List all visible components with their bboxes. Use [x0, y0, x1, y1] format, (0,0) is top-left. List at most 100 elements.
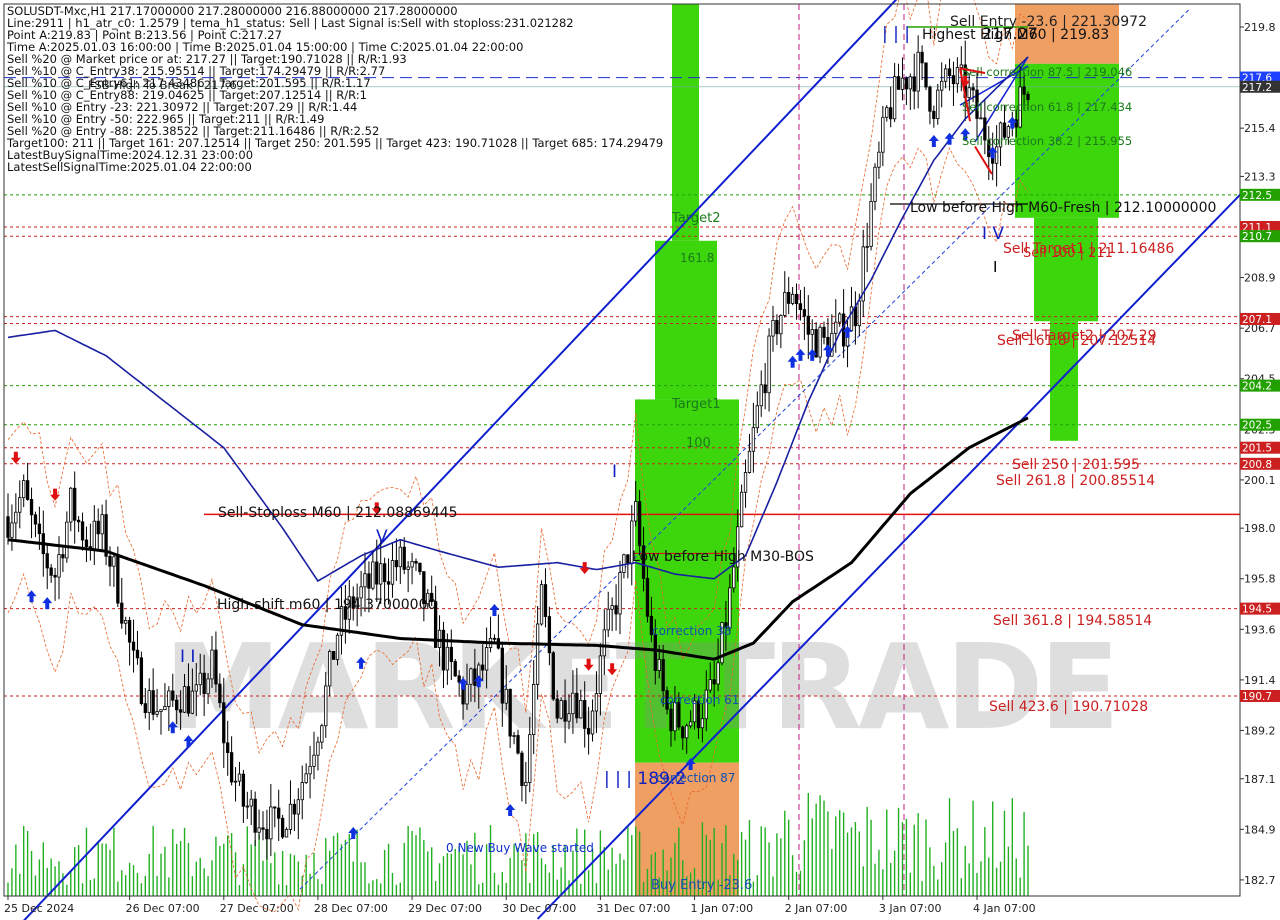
candle-body [155, 711, 159, 715]
candle-body [994, 146, 999, 164]
candle-body [324, 685, 328, 727]
candle-body [771, 319, 775, 337]
candle-body [280, 817, 285, 838]
candle-body [712, 679, 716, 685]
candle-body [127, 619, 132, 643]
candle-body [669, 708, 673, 732]
candle-body [622, 554, 626, 573]
candle-body [57, 554, 61, 578]
candle-body [818, 326, 822, 358]
zone-0 [672, 4, 699, 241]
candle-body [947, 68, 952, 77]
y-tick-label: 189.2 [1244, 724, 1276, 737]
zone-6 [1034, 217, 1098, 322]
candle-body [790, 293, 795, 304]
annotation-sell-250: Sell 250 | 201.595 [1012, 457, 1140, 473]
candle-body [743, 472, 748, 493]
annotation-sell-stoploss: Sell-Stoploss M60 | 212.08869445 [218, 505, 458, 521]
candle-body [763, 384, 767, 394]
candle-body [198, 672, 202, 686]
candle-body [865, 245, 869, 248]
candle-body [116, 556, 120, 604]
candle-body [249, 798, 253, 807]
candle-body [465, 683, 469, 705]
candle-body [594, 693, 599, 712]
candle-body [508, 688, 512, 737]
candle-body [151, 690, 155, 715]
candle-body [924, 62, 928, 88]
candle-body [131, 641, 136, 651]
candle-body [610, 605, 614, 610]
candle-body [618, 572, 622, 615]
candle-body [18, 497, 22, 513]
candle-body [210, 649, 214, 680]
candle-body [936, 89, 940, 119]
watermark: MARKETTRADE [164, 618, 1120, 756]
candle-body [135, 649, 140, 659]
candle-body [92, 520, 96, 550]
candle-body [390, 560, 395, 585]
y-tick-label: 191.4 [1244, 674, 1276, 687]
candle-body [167, 690, 171, 707]
watermark-text: MARKETTRADE [164, 618, 1116, 756]
candle-body [700, 718, 705, 729]
candle-body [120, 602, 124, 624]
candle-body [555, 698, 559, 719]
candle-body [312, 754, 316, 767]
candle-body [241, 773, 246, 807]
y-tick-label: 200.1 [1244, 474, 1276, 487]
price-tag-label: 202.5 [1242, 420, 1272, 432]
candle-body [685, 725, 689, 739]
candle-body [190, 690, 195, 714]
annotation-wave-ii: I I [180, 647, 195, 667]
candle-body [912, 76, 916, 92]
annotation-t100: 100 [686, 436, 711, 451]
candle-body [45, 553, 49, 569]
candle-body [33, 514, 38, 525]
candle-body [394, 560, 399, 568]
candle-body [418, 562, 422, 573]
candle-body [657, 659, 661, 671]
annotation-correction38: correction 38 [652, 624, 731, 638]
candle-body [469, 668, 473, 685]
candle-body [586, 728, 591, 735]
candle-body [186, 686, 191, 714]
annotation-correction61: correction 61 [660, 693, 739, 707]
annotation-wave-v: V [376, 527, 388, 547]
candle-body [614, 605, 618, 615]
candle-body [516, 735, 520, 754]
candle-body [363, 573, 367, 588]
candle-body [853, 306, 858, 327]
candle-body [512, 735, 516, 737]
candle-body [500, 647, 504, 704]
candle-body [571, 692, 575, 715]
candle-body [382, 563, 387, 583]
candle-body [108, 555, 112, 567]
candle-body [798, 303, 803, 310]
candle-body [739, 491, 744, 528]
candle-body [551, 652, 555, 700]
candle-body [147, 690, 151, 713]
candle-body [590, 710, 595, 735]
candle-body [371, 561, 375, 589]
candle-body [171, 690, 175, 701]
candle-body [182, 686, 187, 713]
candle-body [316, 741, 320, 756]
candle-body [25, 480, 30, 500]
candle-body [80, 521, 85, 541]
candle-body [202, 672, 206, 695]
annotation-buy-entry: Buy Entry -23.6 [651, 878, 752, 893]
candle-body [410, 560, 414, 568]
candle-body [229, 752, 234, 783]
y-tick-label: 198.0 [1244, 522, 1276, 535]
candle-body [539, 584, 544, 625]
candle-body [73, 487, 77, 521]
annotation-sell-entry: Sell Entry -23.6 | 221.30972 [950, 14, 1147, 30]
candle-body [206, 678, 210, 695]
price-chart: MARKETTRADE Sell-Stoploss M60 | 212.0886… [0, 0, 1280, 920]
candle-body [751, 427, 756, 452]
candle-body [6, 516, 10, 538]
y-tick-label: 187.1 [1244, 773, 1276, 786]
candle-body [84, 539, 89, 547]
candle-body [567, 713, 571, 722]
